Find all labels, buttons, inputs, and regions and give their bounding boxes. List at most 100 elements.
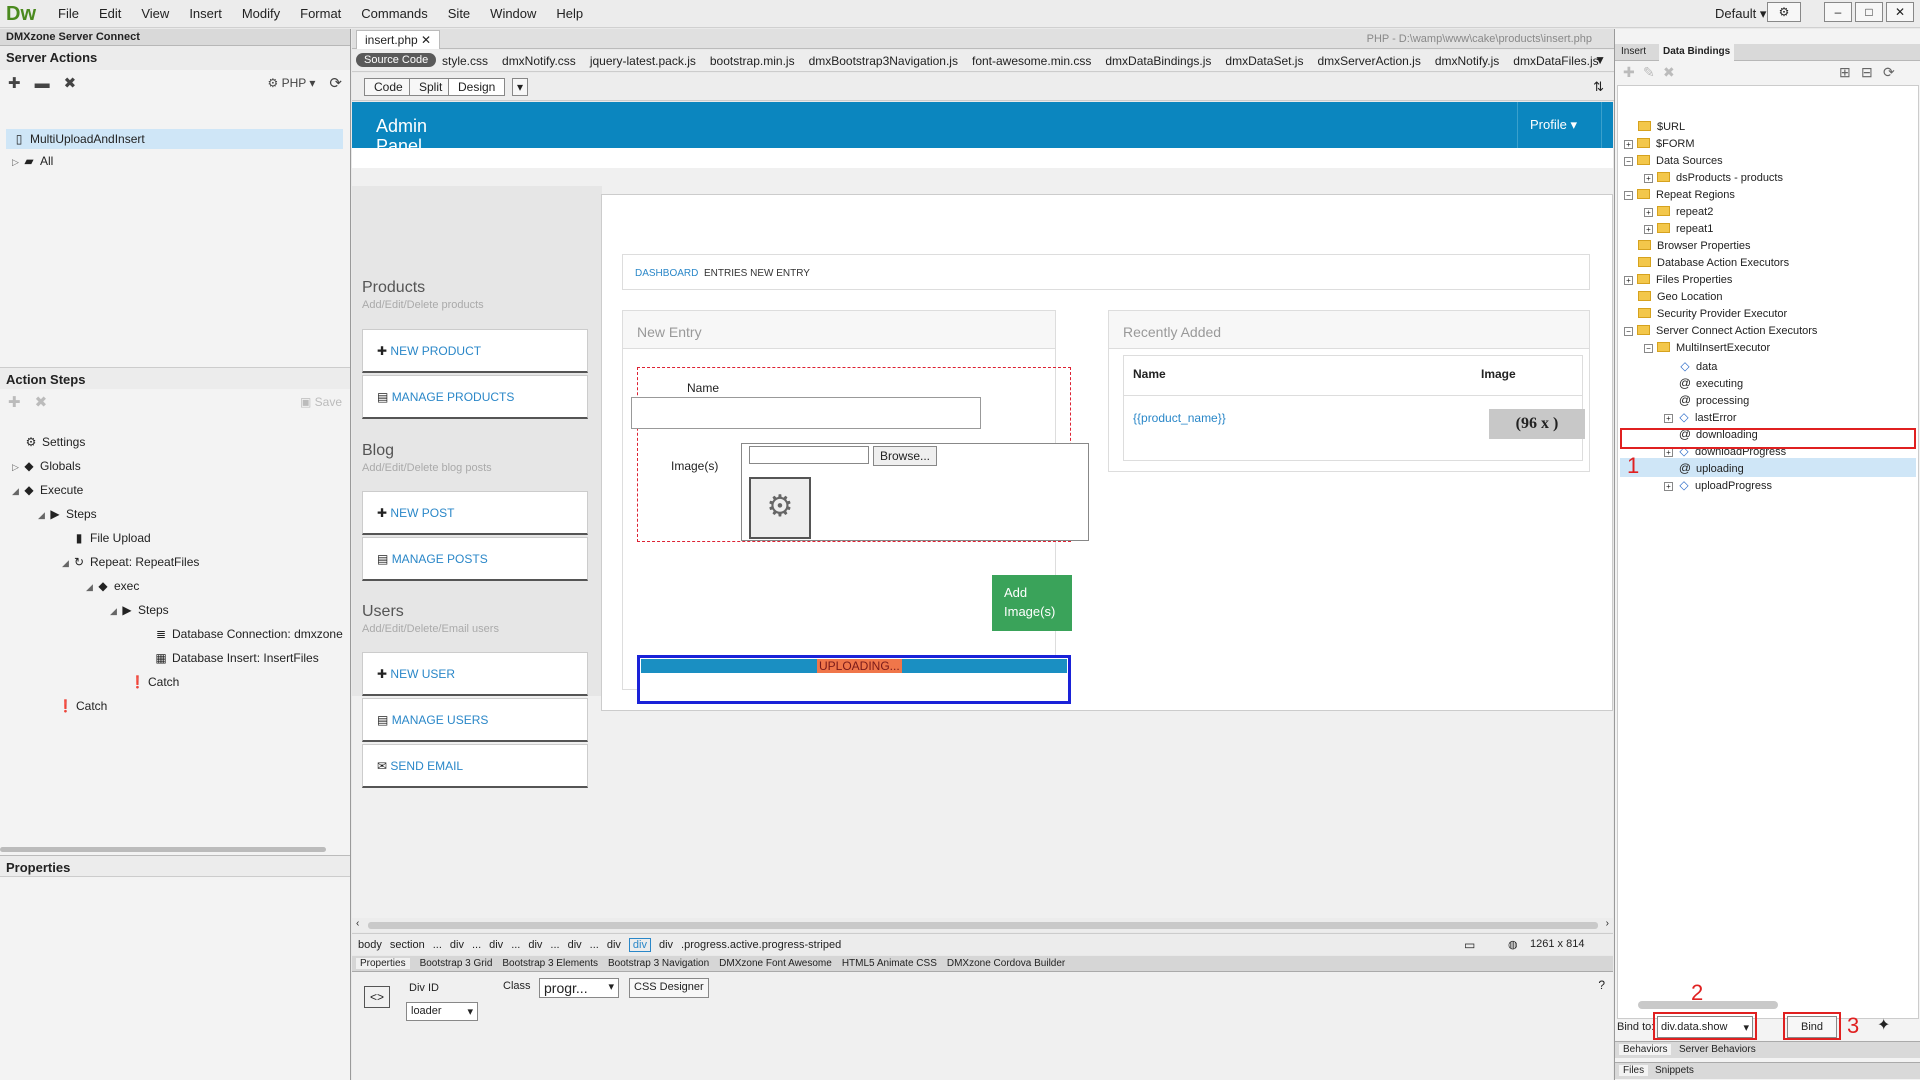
menu-commands[interactable]: Commands (351, 6, 437, 21)
file-path-input[interactable] (749, 446, 869, 464)
folder-icon[interactable]: ▬ (35, 75, 50, 92)
add-icon[interactable]: ✚ (8, 74, 21, 92)
div-id-select[interactable]: loader ▾ (406, 1002, 478, 1021)
step-database-connection[interactable]: ≣ Database Connection: dmxzone (154, 627, 350, 641)
tag-div[interactable]: div (450, 939, 464, 951)
binding-url[interactable]: $URL (1638, 121, 1685, 133)
binding-repeat-regions[interactable]: − Repeat Regions (1624, 189, 1735, 201)
close-button[interactable]: ✕ (1886, 2, 1914, 22)
action-multiuploadandinsert[interactable]: ▯ MultiUploadAndInsert (6, 129, 343, 149)
sidebar-manage-products[interactable]: ▤ MANAGE PRODUCTS (362, 375, 588, 419)
profile-menu[interactable]: Profile ▾ (1517, 102, 1602, 148)
tab-snippets[interactable]: Snippets (1655, 1065, 1694, 1076)
delete-icon[interactable]: ✖ (35, 393, 48, 411)
tag-div-selected[interactable]: div (628, 938, 651, 952)
menu-window[interactable]: Window (480, 6, 546, 21)
collapse-icon[interactable]: ⊟ (1861, 64, 1873, 81)
collapse-icon[interactable]: − (1624, 327, 1633, 336)
step-repeat[interactable]: ◢ ↻ Repeat: RepeatFiles (62, 555, 199, 569)
tag-section[interactable]: section (390, 939, 425, 951)
tag-div[interactable]: div (607, 939, 621, 951)
sort-icon[interactable]: ⇅ (1593, 79, 1604, 95)
binding-multiinsertexecutor[interactable]: − MultiInsertExecutor (1644, 342, 1770, 354)
binding-data[interactable]: ◇ data (1678, 359, 1717, 373)
sidebar-new-product[interactable]: ✚ NEW PRODUCT (362, 329, 588, 373)
code-tag-icon[interactable]: <> (364, 986, 390, 1008)
chevron-right-icon[interactable]: › (1606, 918, 1609, 929)
binding-server-connect-executors[interactable]: − Server Connect Action Executors (1624, 325, 1817, 337)
menu-insert[interactable]: Insert (179, 6, 232, 21)
step-catch-outer[interactable]: ❗ Catch (58, 699, 107, 713)
expand-icon[interactable]: + (1644, 174, 1653, 183)
menu-site[interactable]: Site (438, 6, 480, 21)
tag-div[interactable]: div (659, 939, 673, 951)
expand-icon[interactable]: + (1644, 225, 1653, 234)
view-dropdown[interactable]: ▾ (512, 78, 529, 96)
binding-repeat1[interactable]: + repeat1 (1644, 223, 1713, 235)
split-view-button[interactable]: Split (409, 78, 453, 96)
action-all[interactable]: ▷ ▰ All (12, 154, 53, 168)
binding-browser-properties[interactable]: Browser Properties (1638, 240, 1751, 252)
window-size[interactable]: 1261 x 814 (1530, 938, 1584, 950)
sidebar-new-user[interactable]: ✚ NEW USER (362, 652, 588, 696)
menu-format[interactable]: Format (290, 6, 351, 21)
related-file[interactable]: style.css (442, 54, 488, 68)
binding-security-provider[interactable]: Security Provider Executor (1638, 308, 1787, 320)
class-select[interactable]: progr... ▾ (539, 978, 619, 998)
tab-font-awesome[interactable]: DMXzone Font Awesome (719, 958, 832, 969)
binding-geo-location[interactable]: Geo Location (1638, 291, 1722, 303)
binding-executing[interactable]: @ executing (1678, 376, 1743, 390)
tag-class[interactable]: .progress.active.progress-striped (681, 939, 841, 951)
tab-data-bindings[interactable]: Data Bindings (1659, 44, 1735, 61)
expand-icon[interactable]: + (1664, 448, 1673, 457)
globe-icon[interactable]: ◍ (1508, 938, 1518, 951)
sidebar-manage-users[interactable]: ▤ MANAGE USERS (362, 698, 588, 742)
related-file[interactable]: bootstrap.min.js (710, 54, 795, 68)
sync-icon[interactable]: ⚙ (1767, 2, 1801, 22)
step-settings[interactable]: ⚙ Settings (24, 435, 86, 449)
monitor-icon[interactable]: ▭ (1464, 938, 1475, 952)
binding-database-action-executors[interactable]: Database Action Executors (1638, 257, 1789, 269)
sidebar-new-post[interactable]: ✚ NEW POST (362, 491, 588, 535)
menu-file[interactable]: File (48, 6, 89, 21)
collapse-icon[interactable]: − (1644, 344, 1653, 353)
refresh-icon[interactable]: ⟳ (329, 74, 342, 92)
tab-cordova-builder[interactable]: DMXzone Cordova Builder (947, 958, 1065, 969)
add-images-button[interactable]: Add Image(s) (992, 575, 1072, 631)
tab-animate-css[interactable]: HTML5 Animate CSS (842, 958, 937, 969)
help-icon[interactable]: ? (1598, 978, 1605, 992)
related-file[interactable]: jquery-latest.pack.js (590, 54, 696, 68)
tab-insert[interactable]: Insert (1621, 46, 1646, 57)
step-exec[interactable]: ◢ ◆ exec (86, 579, 139, 593)
binding-form[interactable]: + $FORM (1624, 138, 1695, 150)
horizontal-scrollbar[interactable] (0, 847, 326, 852)
menu-help[interactable]: Help (546, 6, 593, 21)
chevron-left-icon[interactable]: ‹ (356, 918, 359, 929)
sidebar-send-email[interactable]: ✉ SEND EMAIL (362, 744, 588, 788)
tab-properties[interactable]: Properties (356, 958, 410, 969)
tab-server-behaviors[interactable]: Server Behaviors (1679, 1044, 1756, 1055)
magic-wand-icon[interactable]: ✦ (1877, 1015, 1890, 1035)
tag-div[interactable]: div (489, 939, 503, 951)
workspace-switcher[interactable]: Default ▾ (1715, 6, 1766, 22)
tab-behaviors[interactable]: Behaviors (1619, 1044, 1672, 1055)
close-icon[interactable]: ✕ (421, 33, 431, 47)
step-execute[interactable]: ◢ ◆ Execute (12, 483, 83, 497)
binding-uploadprogress[interactable]: + ◇ uploadProgress (1664, 478, 1772, 492)
refresh-icon[interactable]: ⟳ (1883, 64, 1895, 81)
code-view-button[interactable]: Code (364, 78, 413, 96)
related-file[interactable]: dmxBootstrap3Navigation.js (809, 54, 958, 68)
expand-icon[interactable]: + (1624, 140, 1633, 149)
delete-icon[interactable]: ✖ (64, 74, 77, 92)
design-view-button[interactable]: Design (448, 78, 506, 96)
tag-div[interactable]: div (568, 939, 582, 951)
expand-icon[interactable]: + (1664, 482, 1673, 491)
related-file[interactable]: dmxServerAction.js (1317, 54, 1420, 68)
delete-icon[interactable]: ✖ (1663, 64, 1675, 81)
binding-repeat2[interactable]: + repeat2 (1644, 206, 1713, 218)
menu-view[interactable]: View (131, 6, 179, 21)
name-input[interactable] (631, 397, 981, 429)
tree-scrollbar[interactable] (1638, 1001, 1778, 1009)
tab-bootstrap-elements[interactable]: Bootstrap 3 Elements (502, 958, 598, 969)
source-code-button[interactable]: Source Code (356, 53, 437, 67)
